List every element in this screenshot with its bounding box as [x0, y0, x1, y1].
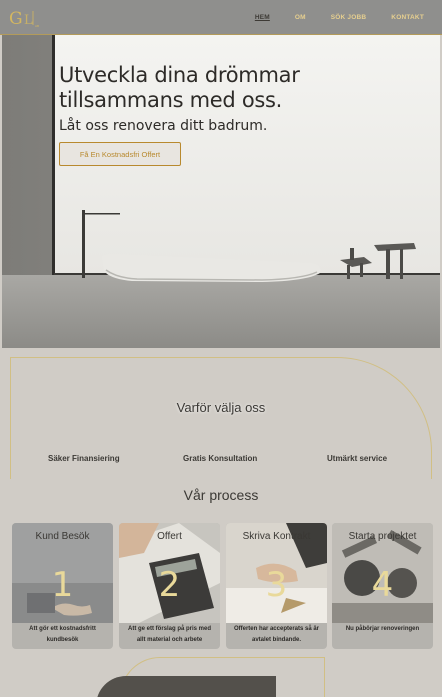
feature-free-consultation: Gratis Konsultation: [183, 454, 258, 463]
feature-excellent-service: Utmärkt service: [327, 454, 388, 463]
card-title: Starta projektet: [348, 531, 417, 542]
process-card-1[interactable]: Kund Besök 1 Att gör ett kostnadsfritt k…: [12, 523, 113, 649]
card-number: 2: [158, 565, 181, 605]
site-header: G L AB HEM OM SÖK JOBB KONTAKT: [0, 0, 442, 35]
free-quote-button[interactable]: Få En Kostnadsfri Offert: [59, 142, 181, 166]
card-number: 4: [371, 565, 394, 605]
hero-subtitle: Låt oss renovera ditt badrum.: [59, 118, 268, 134]
process-title: Vår process: [183, 487, 259, 503]
card-number: 3: [265, 565, 288, 605]
feature-secure-financing: Säker Finansiering: [48, 454, 120, 463]
svg-text:L: L: [24, 13, 33, 28]
card-title: Offert: [157, 531, 182, 542]
nav-item-sok-jobb[interactable]: SÖK JOBB: [331, 14, 367, 21]
card-number: 1: [51, 565, 74, 605]
card-description: Nu påbörjar renoveringen: [345, 626, 420, 632]
process-card-4[interactable]: Starta projektet 4 Nu påbörjar renoverin…: [332, 523, 433, 649]
hero-title: Utveckla dina drömmar tillsammans med os…: [59, 63, 300, 112]
gl-monogram-logo-icon[interactable]: G L AB: [6, 7, 46, 29]
card-description: Offerten har accepterats så är avtalet b…: [233, 626, 320, 643]
process-card-2[interactable]: Offert 2 Att ge ett förslag på pris med …: [119, 523, 220, 649]
hero-section: Utveckla dina drömmar tillsammans med os…: [2, 35, 440, 348]
why-title: Varför välja oss: [176, 400, 266, 415]
card-title: Skriva Kontrakt: [242, 531, 311, 542]
card-title: Kund Besök: [35, 531, 90, 542]
nav-item-om[interactable]: OM: [295, 14, 306, 21]
main-nav: HEM OM SÖK JOBB KONTAKT: [255, 14, 424, 21]
process-card-3[interactable]: Skriva Kontrakt 3 Offerten har acceptera…: [226, 523, 327, 649]
svg-text:G: G: [9, 9, 23, 29]
next-section-image: [96, 676, 276, 697]
card-description: Att gör ett kostnadsfritt kundbesök: [29, 626, 96, 643]
nav-item-kontakt[interactable]: KONTAKT: [391, 14, 424, 21]
svg-text:AB: AB: [35, 24, 39, 28]
nav-item-hem[interactable]: HEM: [255, 14, 270, 21]
card-description: Att ge ett förslag på pris med allt mate…: [127, 626, 211, 643]
